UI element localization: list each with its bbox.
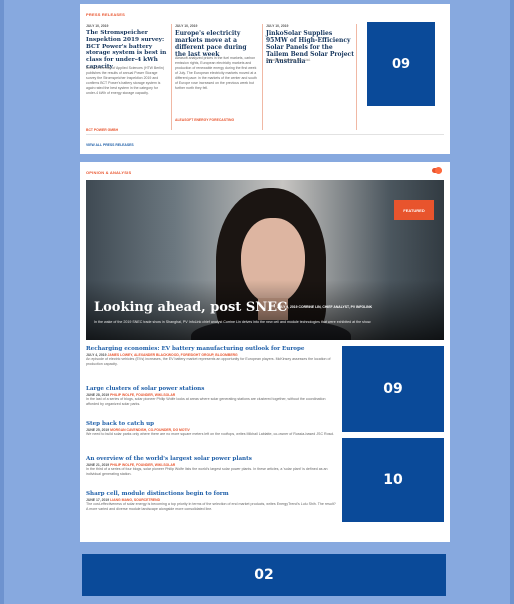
view-all-press-releases-link[interactable]: VIEW ALL PRESS RELEASES [86, 143, 134, 147]
press-releases-kicker: PRESS RELEASES [86, 12, 126, 17]
article-description: The cost-effectiveness of solar energy i… [86, 502, 336, 511]
press-item-body: Aleasoft analyzed prices in the fuel mar… [175, 56, 257, 90]
hero-meta: JULY 9, 2019 CORRINE LIN, CHIEF ANALYST,… [277, 305, 373, 309]
press-item-title[interactable]: Europe's electricity markets move at a d… [175, 30, 259, 58]
hero-title[interactable]: Looking ahead, post SNEC [94, 300, 287, 315]
article-item[interactable]: An overview of the world's largest solar… [86, 456, 336, 477]
press-item-body: Berlin University of Applied Sciences (H… [86, 66, 164, 95]
hero-description: In the wake of the 2019 SNEC trade show … [94, 320, 372, 324]
section-toggle[interactable] [432, 167, 442, 174]
article-description: We need to build solar parks only where … [86, 432, 335, 436]
column-divider [356, 24, 357, 130]
opinion-analysis-section: OPINION & ANALYSIS FEATURED Looking ahea… [80, 162, 450, 542]
ad-placeholder-09[interactable]: 09 [342, 346, 444, 432]
banner-placeholder-02[interactable]: 02 [82, 554, 446, 596]
article-title[interactable]: An overview of the world's largest solar… [86, 456, 336, 463]
page-edge-left [0, 0, 4, 604]
article-item[interactable]: Step back to catch up JUNE 25, 2019 MORG… [86, 421, 336, 437]
press-item-body: JinkoSolar Holding Co., Ltd. [266, 58, 311, 62]
press-item-date: JULY 10, 2019 [266, 24, 289, 28]
article-title[interactable]: Large clusters of solar power stations [86, 386, 336, 393]
featured-article-hero[interactable]: FEATURED Looking ahead, post SNEC JULY 9… [86, 180, 444, 340]
article-item[interactable]: Recharging economies: EV battery manufac… [86, 346, 336, 367]
article-title[interactable]: Recharging economies: EV battery manufac… [86, 346, 336, 353]
press-item-date: JULY 10, 2019 [175, 24, 198, 28]
ad-placeholder-10[interactable]: 10 [342, 438, 444, 522]
article-description: In the last of a series of blogs, solar … [86, 397, 326, 406]
ad-placeholder-09[interactable]: 09 [367, 22, 435, 106]
article-description: In the third of a series of four blogs, … [86, 467, 328, 476]
article-description: An episode of electric vehicles (EVs) in… [86, 357, 331, 366]
page-edge-right [510, 0, 514, 604]
toggle-knob [435, 167, 442, 174]
press-releases-section: PRESS RELEASES JULY 10, 2019 The Stromsp… [80, 4, 450, 154]
opinion-kicker: OPINION & ANALYSIS [86, 170, 132, 175]
article-item[interactable]: Sharp cell, module distinctions begin to… [86, 491, 336, 512]
article-title[interactable]: Sharp cell, module distinctions begin to… [86, 491, 336, 498]
column-divider [171, 24, 172, 130]
article-title[interactable]: Step back to catch up [86, 421, 336, 428]
press-item-date: JULY 10, 2019 [86, 24, 109, 28]
featured-badge: FEATURED [394, 200, 434, 220]
press-item-title[interactable]: The Stromspeicher Inspektion 2019 survey… [86, 30, 168, 71]
section-divider [86, 134, 444, 135]
column-divider [262, 24, 263, 130]
article-item[interactable]: Large clusters of solar power stations J… [86, 386, 336, 407]
press-item-author[interactable]: ALEASOFT ENERGY FORECASTING [175, 118, 234, 122]
press-item-author[interactable]: BCT POWER GMBH [86, 128, 118, 132]
